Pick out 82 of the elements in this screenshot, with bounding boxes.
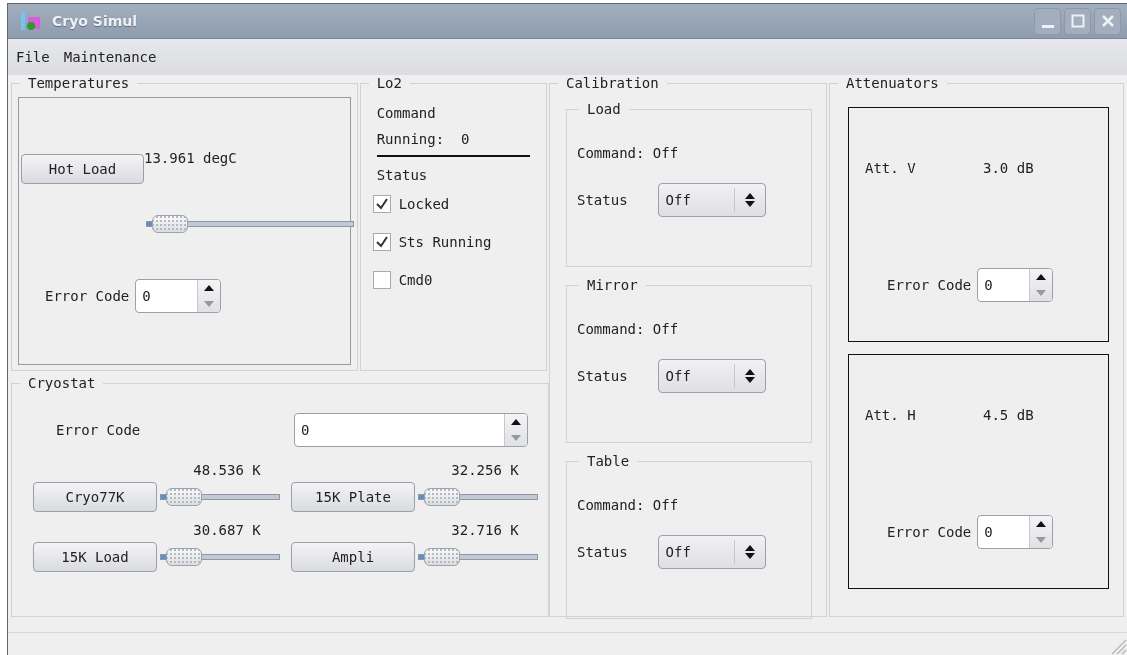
checkmark-icon [375,236,388,248]
spin-box[interactable]: 0 [977,515,1054,549]
spin-box[interactable]: 0 [135,279,222,313]
slider-thumb[interactable] [424,548,460,566]
sensor-reading: 32.256 K [451,462,519,478]
slider[interactable] [146,215,354,233]
command-status: Command: Off [577,497,680,513]
field-label: Error Code [887,277,972,293]
dropdown[interactable]: Off [657,535,766,569]
window-title: Cryo Simul [52,13,138,29]
down-arrow-icon[interactable] [204,301,215,307]
command-status: Command: Off [577,145,680,161]
up-arrow-icon[interactable] [204,285,215,291]
up-arrow-icon[interactable] [511,419,521,425]
group-title: Table [586,453,631,469]
slider[interactable] [160,548,280,566]
up-down-arrows-icon [744,193,755,207]
field-label: Error Code [887,524,972,540]
slider[interactable] [418,488,538,506]
minimize-button[interactable] [1034,7,1061,35]
sensor-button[interactable]: 15K Plate [291,482,415,512]
down-arrow-icon[interactable] [1036,290,1047,296]
attenuator-name: Att. V [865,160,917,176]
temperature-reading: 13.961 degC [144,150,237,166]
checkbox-label: Locked [398,196,450,212]
down-arrow-icon[interactable] [1036,537,1047,543]
close-icon [1100,14,1115,28]
slider-thumb[interactable] [166,488,202,506]
slider[interactable] [418,548,538,566]
sensor-reading: 48.536 K [193,462,261,478]
sensor-reading: 32.716 K [451,522,519,538]
group-title: Temperatures [27,75,131,91]
resize-grip-icon[interactable] [1109,637,1127,655]
checkbox-label: Cmd0 [398,272,433,288]
maximize-icon [1070,14,1085,28]
checkmark-icon [375,198,388,210]
spin-box[interactable]: 0 [294,413,528,447]
field-label: Error Code [45,288,130,304]
up-arrow-icon[interactable] [1036,274,1047,280]
status-label: Status [577,368,628,384]
status-label: Status [375,167,429,183]
dropdown[interactable]: Off [657,359,766,393]
sensor-button[interactable]: Cryo77K [33,482,157,512]
menu-item[interactable]: File [14,47,52,67]
app-icon [20,11,42,31]
down-arrow-icon[interactable] [511,435,521,441]
slider-thumb[interactable] [166,548,202,566]
group-title: Lo2 [375,75,403,91]
slider[interactable] [160,488,280,506]
slider-thumb[interactable] [424,488,460,506]
running-value: Running: 0 [376,131,471,147]
menu-item[interactable]: Maintenance [61,47,159,67]
close-button[interactable] [1094,7,1121,35]
hot-load-button[interactable]: Hot Load [21,154,144,184]
minimize-icon [1041,24,1054,28]
command-label: Command [376,105,437,121]
sensor-reading: 30.687 K [193,522,261,538]
group-title: Cryostat [27,375,97,391]
attenuator-value: 3.0 dB [983,160,1034,176]
checkbox-label: Sts Running [398,234,492,250]
checkbox[interactable] [372,233,391,251]
status-label: Status [577,544,628,560]
up-down-arrows-icon [744,369,755,383]
attenuator-value: 4.5 dB [983,407,1034,423]
sensor-button[interactable]: Ampli [291,542,415,572]
attenuator-name: Att. H [865,407,917,423]
status-label: Status [577,192,628,208]
maximize-button[interactable] [1064,7,1091,35]
group-title: Mirror [586,277,639,293]
group-title: Calibration [565,75,660,91]
up-down-arrows-icon [744,545,755,559]
checkbox[interactable] [372,271,391,289]
checkbox[interactable] [372,195,391,213]
up-arrow-icon[interactable] [1036,521,1047,527]
group-title: Load [586,101,622,117]
field-label: Error Code [56,422,142,438]
sensor-button[interactable]: 15K Load [33,542,157,572]
group-title: Attenuators [845,75,940,91]
dropdown[interactable]: Off [657,183,766,217]
spin-box[interactable]: 0 [977,268,1054,302]
slider-thumb[interactable] [152,215,189,233]
command-status: Command: Off [577,321,680,337]
